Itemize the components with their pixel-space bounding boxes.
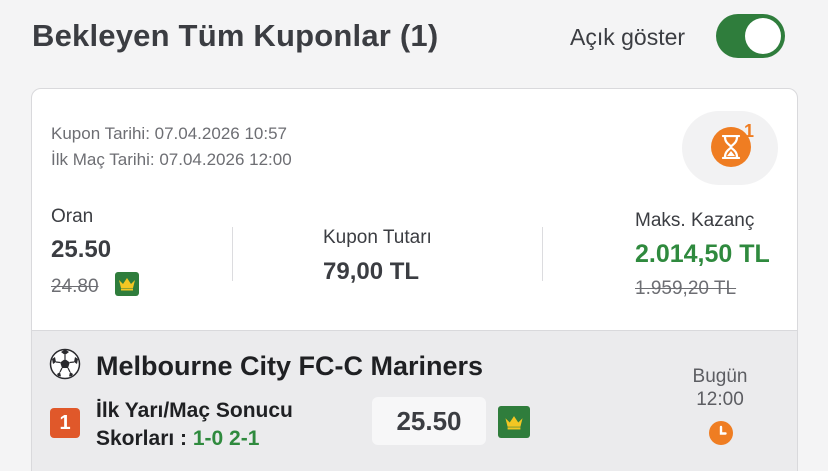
toggle-knob [745,18,781,54]
match-row[interactable]: Melbourne City FC-C Mariners 1 İlk Yarı/… [32,330,797,471]
market-line-2: Skorları : 1-0 2-1 [96,425,293,453]
match-day-label: Bugün [692,366,748,387]
soccer-ball-icon [49,348,81,380]
coupon-amount-label: Kupon Tutarı [323,227,432,248]
bet-number-badge: 1 [50,408,80,438]
match-time-label: 12:00 [696,389,744,410]
max-win-old-value: 1.959,20 TL [635,278,737,299]
show-open-toggle[interactable] [716,14,785,58]
odds-value: 25.50 [51,236,112,263]
coupon-card[interactable]: Kupon Tarihi: 07.04.2026 10:57 İlk Maç T… [31,88,798,471]
stat-divider [232,227,233,281]
max-win-label: Maks. Kazanç [635,210,755,231]
clock-icon [709,421,733,445]
market-suffix: Skorları : [96,427,193,450]
max-win-value: 2.014,50 TL [635,240,770,268]
match-time: Bugün 12:00 [672,365,768,411]
first-match-date: İlk Maç Tarihi: 07.04.2026 12:00 [51,150,292,169]
coupon-amount-value: 79,00 TL [323,258,420,285]
pending-count: 1 [744,121,755,141]
match-odds-chip[interactable]: 25.50 [372,397,486,445]
market-name: İlk Yarı/Maç Sonucu [96,399,293,422]
crown-icon [498,406,530,438]
odds-label: Oran [51,206,94,227]
odds-old-value: 24.80 [51,276,99,297]
bet-pick: 1-0 2-1 [192,427,260,450]
crown-icon [115,272,139,296]
pending-timer-badge: 1 [682,111,778,185]
bet-market: İlk Yarı/Maç Sonucu Skorları : 1-0 2-1 [96,397,293,453]
stat-divider [542,227,543,281]
match-title: Melbourne City FC-C Mariners [96,351,484,381]
coupon-date: Kupon Tarihi: 07.04.2026 10:57 [51,124,287,143]
show-open-label: Açık göster [570,24,686,50]
page-title: Bekleyen Tüm Kuponlar (1) [32,18,439,53]
